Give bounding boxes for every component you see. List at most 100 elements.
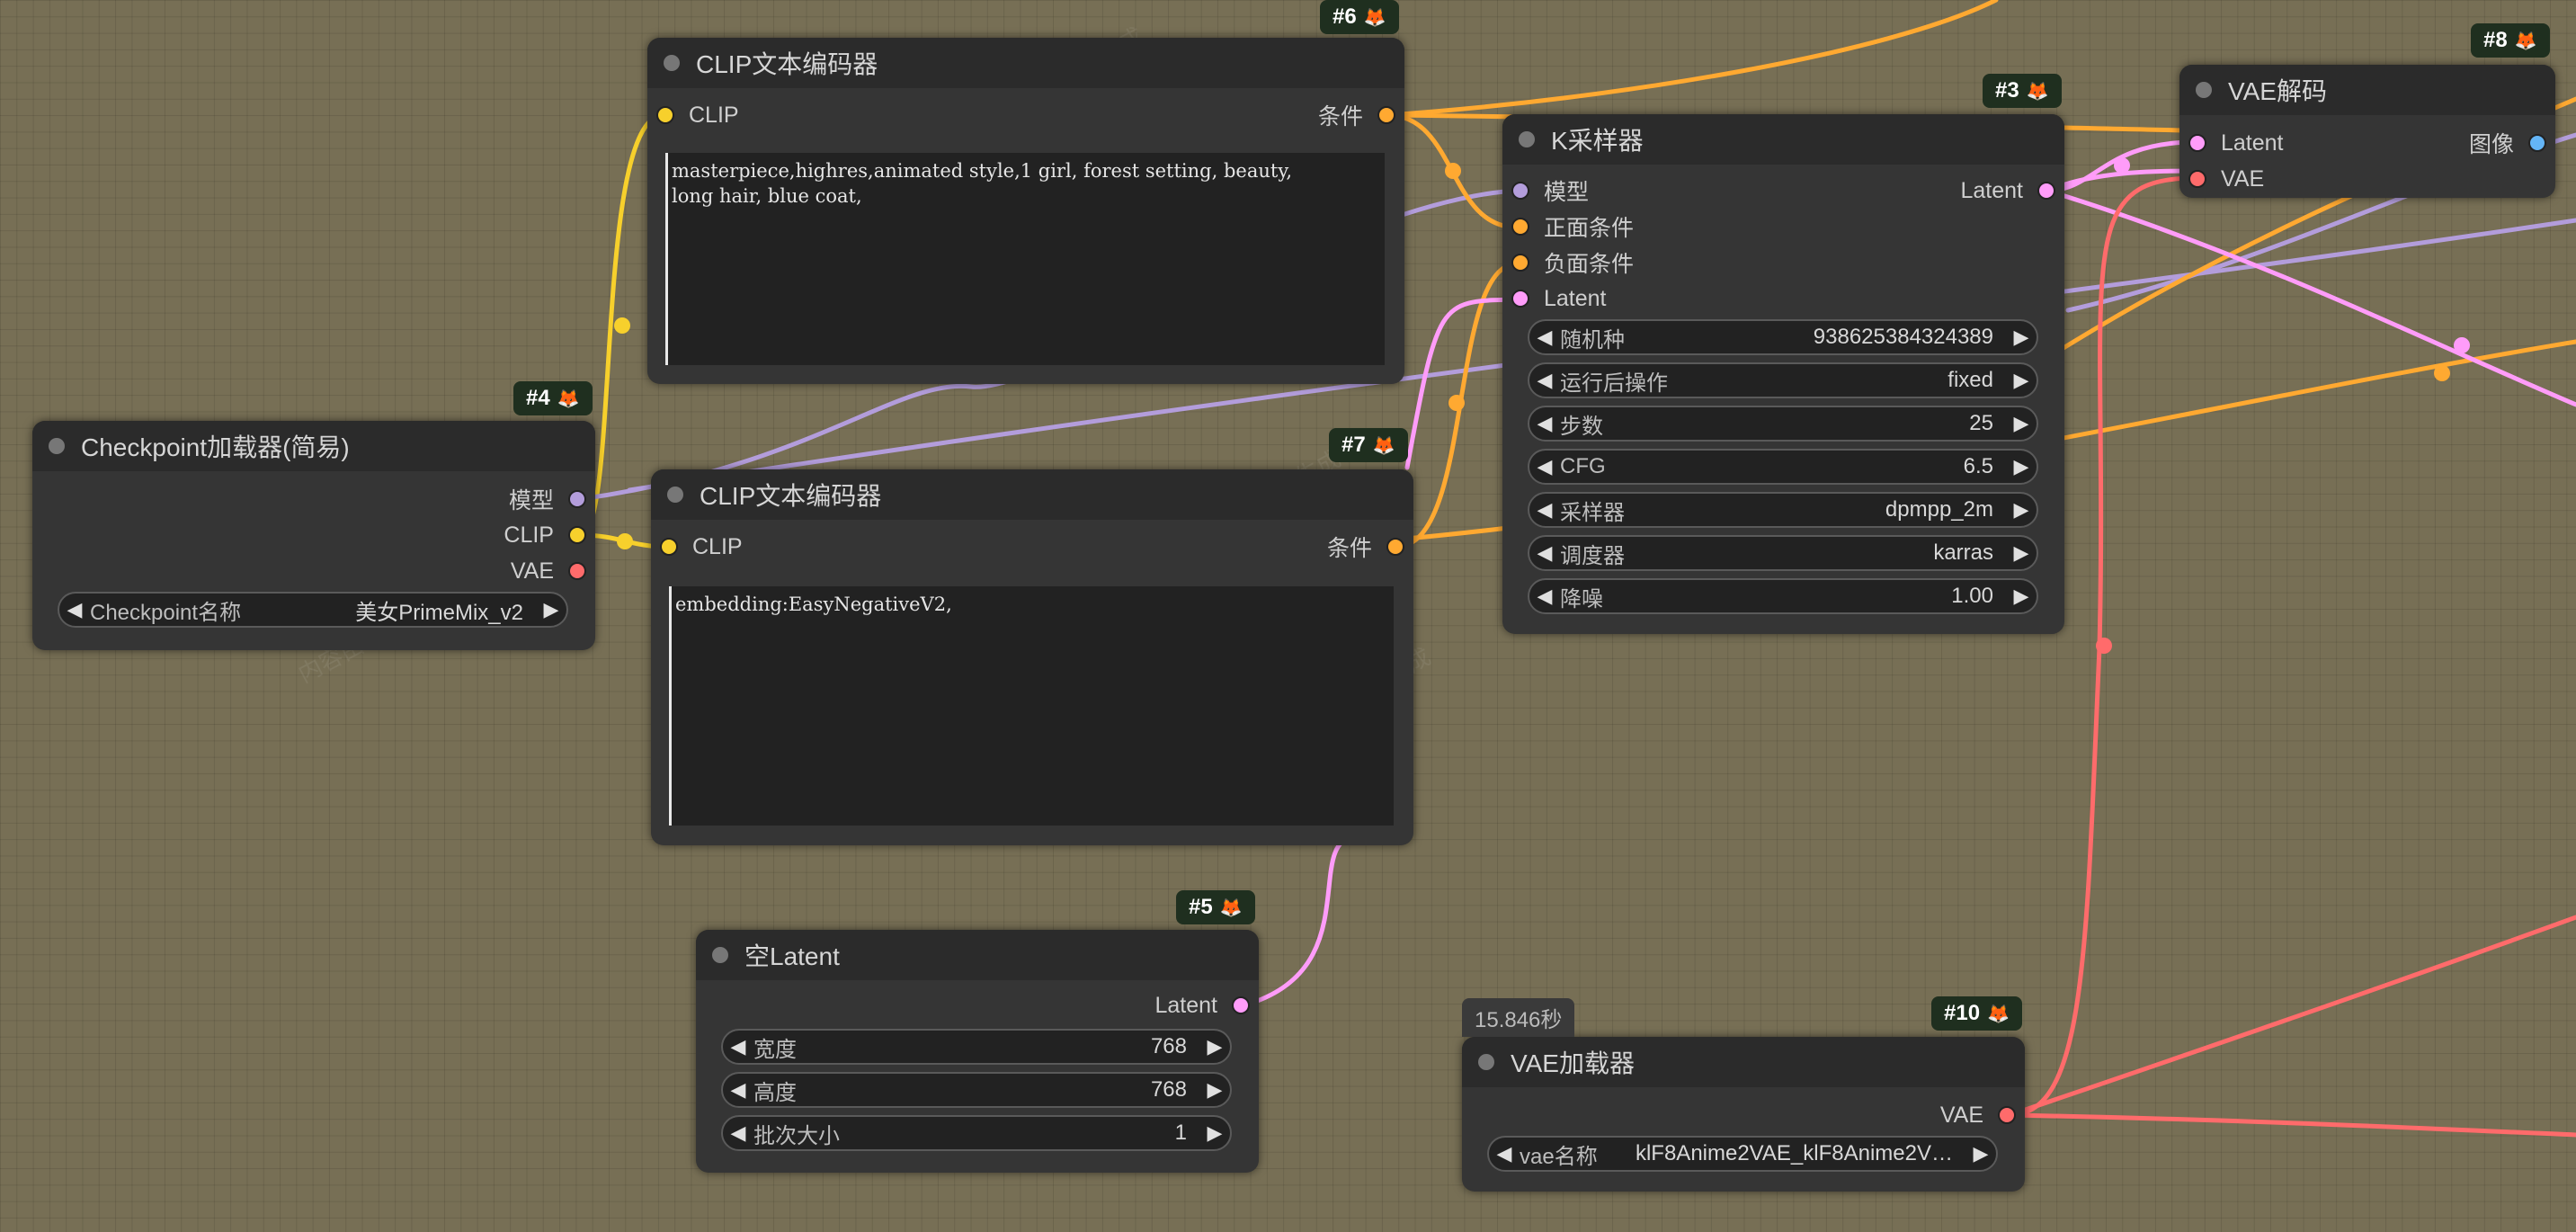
vae-decode-node[interactable]: VAE解码 Latent VAE 图像 bbox=[2179, 65, 2555, 198]
input-slot-clip[interactable]: CLIP bbox=[656, 100, 739, 130]
input-slot-positive[interactable]: 正面条件 bbox=[1511, 211, 1634, 242]
image-output-pin[interactable] bbox=[2528, 134, 2546, 152]
clip-input-pin[interactable] bbox=[660, 538, 678, 556]
input-slot-vae[interactable]: VAE bbox=[2188, 164, 2264, 194]
input-slot-clip[interactable]: CLIP bbox=[660, 531, 743, 562]
slot-label: Latent bbox=[1544, 285, 1607, 311]
collapse-toggle[interactable] bbox=[667, 487, 683, 503]
conditioning-output-pin[interactable] bbox=[1386, 538, 1404, 556]
vae-name-combo[interactable]: ◀ vae名称 klF8Anime2VAE_klF8Anime2V… ▶ bbox=[1487, 1136, 1998, 1172]
right-arrow-icon[interactable]: ▶ bbox=[2006, 369, 2037, 392]
left-arrow-icon[interactable]: ◀ bbox=[723, 1121, 753, 1145]
clip-text-encoder-positive-node[interactable]: CLIP文本编码器 CLIP 条件 masterpiece,highres,an… bbox=[647, 38, 1404, 384]
output-slot-vae[interactable]: VAE bbox=[1940, 1100, 2016, 1130]
prompt-textarea[interactable]: masterpiece,highres,animated style,1 gir… bbox=[665, 153, 1385, 365]
right-arrow-icon[interactable]: ▶ bbox=[1199, 1035, 1230, 1058]
right-arrow-icon[interactable]: ▶ bbox=[1199, 1078, 1230, 1102]
width-widget[interactable]: ◀ 宽度 768 ▶ bbox=[721, 1029, 1232, 1065]
right-arrow-icon[interactable]: ▶ bbox=[1965, 1142, 1996, 1165]
collapse-toggle[interactable] bbox=[1478, 1054, 1494, 1070]
latent-output-pin[interactable] bbox=[2037, 182, 2055, 200]
left-arrow-icon[interactable]: ◀ bbox=[1489, 1142, 1520, 1165]
input-slot-latent[interactable]: Latent bbox=[1511, 283, 1607, 314]
widget-value: 768 bbox=[1150, 1034, 1187, 1058]
widget-label: 采样器 bbox=[1560, 500, 1625, 525]
latent-input-pin[interactable] bbox=[1511, 290, 1529, 308]
scheduler-widget[interactable]: ◀ 调度器 karras ▶ bbox=[1528, 535, 2038, 571]
output-slot-latent[interactable]: Latent bbox=[1960, 175, 2055, 206]
right-arrow-icon[interactable]: ▶ bbox=[2006, 541, 2037, 565]
right-arrow-icon[interactable]: ▶ bbox=[2006, 585, 2037, 608]
prompt-textarea[interactable]: embedding:EasyNegativeV2, bbox=[669, 586, 1394, 826]
control-after-generate-widget[interactable]: ◀ 运行后操作 fixed ▶ bbox=[1528, 362, 2038, 398]
right-arrow-icon[interactable]: ▶ bbox=[2006, 455, 2037, 478]
node-header[interactable]: CLIP文本编码器 bbox=[647, 38, 1404, 88]
seed-widget[interactable]: ◀ 随机种 938625384324389 ▶ bbox=[1528, 319, 2038, 355]
steps-widget[interactable]: ◀ 步数 25 ▶ bbox=[1528, 406, 2038, 442]
slot-label: VAE bbox=[1939, 1102, 1983, 1128]
checkpoint-name-combo[interactable]: ◀ Checkpoint名称 美女PrimeMix_v2 ▶ bbox=[58, 592, 568, 628]
collapse-toggle[interactable] bbox=[712, 947, 728, 963]
output-slot-vae[interactable]: VAE bbox=[511, 556, 586, 586]
model-input-pin[interactable] bbox=[1511, 182, 1529, 200]
batch-size-widget[interactable]: ◀ 批次大小 1 ▶ bbox=[721, 1115, 1232, 1151]
cfg-widget[interactable]: ◀ CFG 6.5 ▶ bbox=[1528, 449, 2038, 485]
output-slot-latent[interactable]: Latent bbox=[1154, 990, 1250, 1021]
input-slot-model[interactable]: 模型 bbox=[1511, 175, 1589, 206]
right-arrow-icon[interactable]: ▶ bbox=[2006, 412, 2037, 435]
output-slot-model[interactable]: 模型 bbox=[509, 484, 586, 514]
left-arrow-icon[interactable]: ◀ bbox=[1529, 326, 1560, 349]
vae-loader-node[interactable]: VAE加载器 VAE ◀ vae名称 klF8Anime2VAE_klF8Ani… bbox=[1462, 1037, 2025, 1192]
left-arrow-icon[interactable]: ◀ bbox=[723, 1035, 753, 1058]
right-arrow-icon[interactable]: ▶ bbox=[536, 598, 566, 621]
latent-output-pin[interactable] bbox=[1232, 996, 1250, 1014]
node-id-badge: #10 🦊 bbox=[1931, 996, 2022, 1031]
left-arrow-icon[interactable]: ◀ bbox=[1529, 412, 1560, 435]
vae-output-pin[interactable] bbox=[1998, 1106, 2016, 1124]
clip-text-encoder-negative-node[interactable]: CLIP文本编码器 CLIP 条件 embedding:EasyNegative… bbox=[651, 469, 1413, 845]
node-header[interactable]: VAE解码 bbox=[2179, 65, 2555, 115]
right-arrow-icon[interactable]: ▶ bbox=[2006, 498, 2037, 522]
vae-input-pin[interactable] bbox=[2188, 170, 2206, 188]
node-header[interactable]: Checkpoint加载器(简易) bbox=[32, 421, 595, 471]
node-header[interactable]: CLIP文本编码器 bbox=[651, 469, 1413, 520]
ksampler-node[interactable]: K采样器 模型 正面条件 负面条件 Latent Latent ◀ 随机种 93… bbox=[1502, 114, 2064, 634]
model-output-pin[interactable] bbox=[568, 490, 586, 508]
collapse-toggle[interactable] bbox=[1519, 131, 1535, 147]
output-slot-clip[interactable]: CLIP bbox=[504, 520, 586, 550]
input-slot-latent[interactable]: Latent bbox=[2188, 128, 2284, 158]
output-slot-conditioning[interactable]: 条件 bbox=[1318, 100, 1395, 130]
denoise-widget[interactable]: ◀ 降噪 1.00 ▶ bbox=[1528, 578, 2038, 614]
node-header[interactable]: VAE加载器 bbox=[1462, 1037, 2025, 1087]
sampler-widget[interactable]: ◀ 采样器 dpmpp_2m ▶ bbox=[1528, 492, 2038, 528]
conditioning-output-pin[interactable] bbox=[1377, 106, 1395, 124]
checkpoint-loader-node[interactable]: Checkpoint加载器(简易) 模型 CLIP VAE ◀ Checkpoi… bbox=[32, 421, 595, 650]
positive-input-pin[interactable] bbox=[1511, 218, 1529, 236]
node-header[interactable]: 空Latent bbox=[696, 930, 1259, 980]
output-slot-image[interactable]: 图像 bbox=[2469, 128, 2546, 158]
height-widget[interactable]: ◀ 高度 768 ▶ bbox=[721, 1072, 1232, 1108]
left-arrow-icon[interactable]: ◀ bbox=[723, 1078, 753, 1102]
empty-latent-node[interactable]: 空Latent Latent ◀ 宽度 768 ▶ ◀ 高度 768 ▶ ◀ 批… bbox=[696, 930, 1259, 1173]
left-arrow-icon[interactable]: ◀ bbox=[1529, 455, 1560, 478]
latent-input-pin[interactable] bbox=[2188, 134, 2206, 152]
left-arrow-icon[interactable]: ◀ bbox=[1529, 541, 1560, 565]
clip-output-pin[interactable] bbox=[568, 526, 586, 544]
collapse-toggle[interactable] bbox=[49, 438, 65, 454]
right-arrow-icon[interactable]: ▶ bbox=[1199, 1121, 1230, 1145]
left-arrow-icon[interactable]: ◀ bbox=[1529, 369, 1560, 392]
right-arrow-icon[interactable]: ▶ bbox=[2006, 326, 2037, 349]
node-header[interactable]: K采样器 bbox=[1502, 114, 2064, 165]
collapse-toggle[interactable] bbox=[664, 55, 680, 71]
left-arrow-icon[interactable]: ◀ bbox=[1529, 585, 1560, 608]
vae-output-pin[interactable] bbox=[568, 562, 586, 580]
input-slot-negative[interactable]: 负面条件 bbox=[1511, 247, 1634, 278]
output-slot-conditioning[interactable]: 条件 bbox=[1327, 531, 1404, 562]
slot-label: VAE bbox=[510, 558, 554, 584]
left-arrow-icon[interactable]: ◀ bbox=[1529, 498, 1560, 522]
negative-input-pin[interactable] bbox=[1511, 254, 1529, 272]
collapse-toggle[interactable] bbox=[2196, 82, 2212, 98]
left-arrow-icon[interactable]: ◀ bbox=[59, 598, 90, 621]
clip-input-pin[interactable] bbox=[656, 106, 674, 124]
slot-label: 图像 bbox=[2468, 132, 2514, 157]
